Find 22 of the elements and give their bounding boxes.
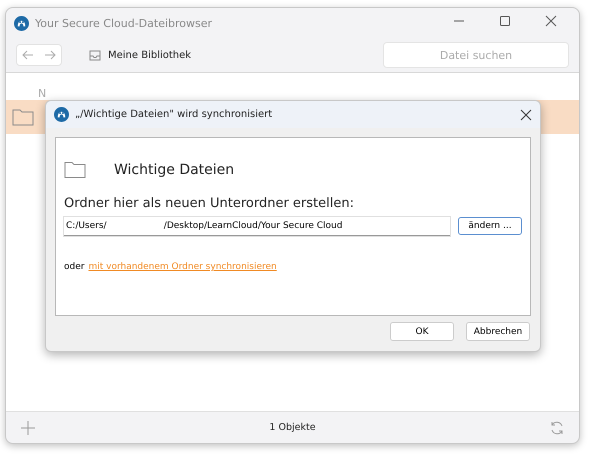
folder-icon xyxy=(12,108,34,126)
folder-name: Wichtige Dateien xyxy=(114,162,234,178)
prompt-text: Ordner hier als neuen Unterordner erstellen: xyxy=(64,196,355,211)
close-icon[interactable] xyxy=(545,15,557,27)
item-count: 1 Objekte xyxy=(268,422,317,433)
maximize-icon[interactable] xyxy=(499,15,511,27)
search-field[interactable]: Datei suchen xyxy=(383,42,569,68)
inbox-icon xyxy=(88,48,102,62)
or-text: oder xyxy=(64,262,84,272)
folder-icon xyxy=(64,160,86,179)
dialog-title: „/Wichtige Dateien" wird synchronisiert xyxy=(75,109,274,120)
cancel-button[interactable]: Abbrechen xyxy=(466,322,530,341)
close-icon[interactable] xyxy=(520,108,532,120)
path-field[interactable]: C:/Users/ /Desktop/LearnCloud/Your Secure Cloud xyxy=(64,217,450,236)
ok-button[interactable]: OK xyxy=(390,322,454,341)
library-label[interactable]: Meine Bibliothek xyxy=(108,50,192,60)
sync-icon[interactable] xyxy=(549,420,565,436)
change-button[interactable]: ändern ... xyxy=(458,217,522,235)
add-icon[interactable] xyxy=(20,420,36,436)
dialog-logo-icon xyxy=(54,107,69,122)
window-title: Your Secure Cloud-Dateibrowser xyxy=(35,16,214,30)
app-logo-icon xyxy=(14,16,29,30)
